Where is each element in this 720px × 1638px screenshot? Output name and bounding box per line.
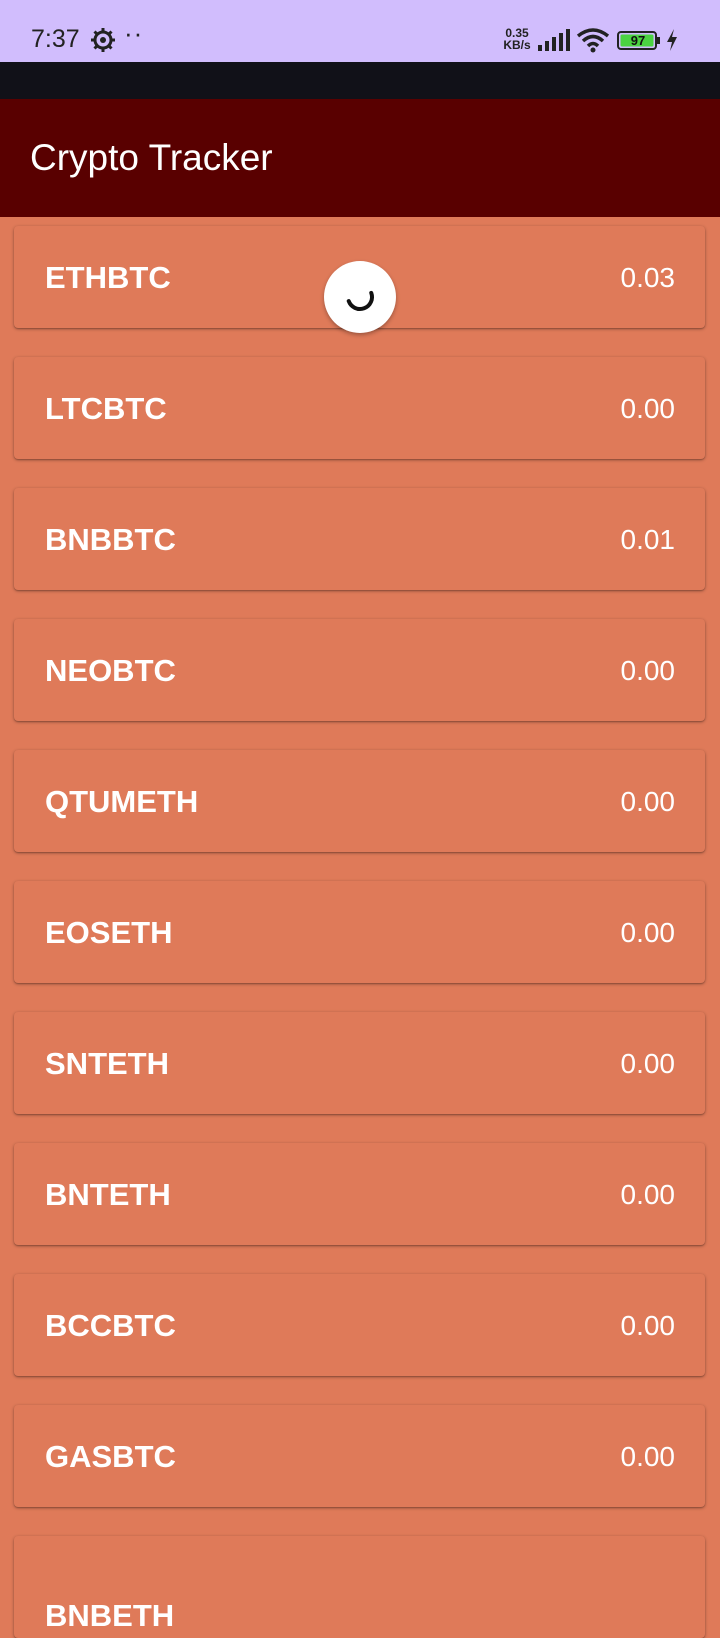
- list-item[interactable]: SNTETH 0.00: [14, 1012, 705, 1114]
- status-time: 7:37: [31, 25, 80, 53]
- gear-icon: [91, 28, 115, 52]
- status-bar: 7:37 ·· 0.35 KB/s 97: [0, 0, 720, 62]
- coin-symbol: BCCBTC: [45, 1308, 176, 1343]
- network-speed: 0.35 KB/s: [500, 27, 534, 51]
- list-item[interactable]: BNBBTC 0.01: [14, 488, 705, 590]
- coin-symbol: BNTETH: [45, 1177, 171, 1212]
- coin-price: 0.01: [620, 524, 676, 555]
- coin-price: 0.00: [620, 1179, 676, 1210]
- coin-price: 0.03: [620, 262, 676, 293]
- coin-symbol: SNTETH: [45, 1046, 169, 1081]
- list-item[interactable]: BNBETH: [14, 1536, 705, 1638]
- coin-price: 0.00: [620, 655, 676, 686]
- coin-symbol: ETHBTC: [45, 260, 171, 295]
- list-item[interactable]: LTCBTC 0.00: [14, 357, 705, 459]
- coin-price: 0.00: [620, 1441, 676, 1472]
- charging-bolt-icon: [667, 29, 677, 51]
- coin-price: 0.00: [620, 917, 676, 948]
- status-bar-spacer: [0, 62, 720, 99]
- coin-symbol: EOSETH: [45, 915, 173, 950]
- coin-symbol: NEOBTC: [45, 653, 176, 688]
- notification-dots-icon: ··: [124, 18, 144, 48]
- battery-level: 97: [630, 33, 646, 48]
- list-item[interactable]: BNTETH 0.00: [14, 1143, 705, 1245]
- coin-price: 0.00: [620, 1310, 676, 1341]
- coin-symbol: GASBTC: [45, 1439, 176, 1474]
- refresh-spinner: [324, 261, 396, 333]
- coin-symbol: BNBETH: [45, 1598, 175, 1633]
- coin-price: 0.00: [620, 393, 676, 424]
- coin-symbol: QTUMETH: [45, 784, 199, 819]
- list-item[interactable]: NEOBTC 0.00: [14, 619, 705, 721]
- app-bar: Crypto Tracker: [0, 99, 720, 217]
- list-item[interactable]: QTUMETH 0.00: [14, 750, 705, 852]
- coin-price: 0.00: [620, 1048, 676, 1079]
- network-speed-unit: KB/s: [503, 38, 531, 52]
- coin-price: 0.00: [620, 786, 676, 817]
- signal-icon: [538, 29, 570, 51]
- app-title: Crypto Tracker: [30, 137, 273, 178]
- list-item[interactable]: BCCBTC 0.00: [14, 1274, 705, 1376]
- list-item[interactable]: EOSETH 0.00: [14, 881, 705, 983]
- list-item[interactable]: GASBTC 0.00: [14, 1405, 705, 1507]
- coin-symbol: BNBBTC: [45, 522, 176, 557]
- coin-symbol: LTCBTC: [45, 391, 167, 426]
- loading-spinner-icon: [346, 290, 374, 311]
- wifi-icon: [576, 28, 610, 53]
